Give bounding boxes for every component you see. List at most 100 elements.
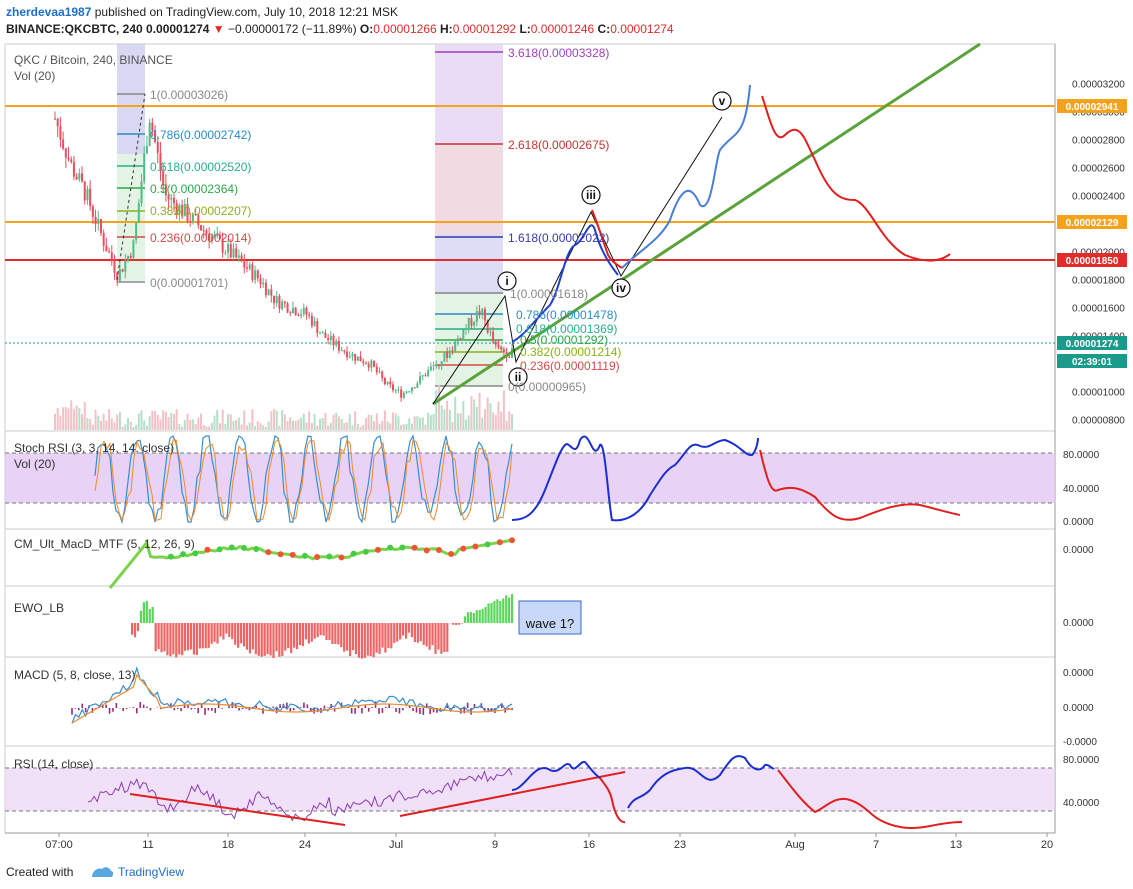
candle-body	[297, 314, 300, 316]
ewo-bar	[298, 623, 302, 646]
macd-bar	[193, 708, 196, 709]
candle-body	[359, 356, 362, 362]
ewo-bar	[499, 601, 502, 623]
volume-bar	[370, 415, 373, 430]
candle-body	[224, 252, 227, 254]
volume-bar	[454, 396, 457, 430]
macd-pane[interactable]	[4, 656, 1056, 747]
candle-body	[489, 331, 492, 333]
ewo-bar	[466, 612, 470, 623]
candle-body	[356, 356, 359, 361]
candle-body	[75, 176, 78, 180]
high-label: H:	[440, 22, 453, 36]
volume-bar	[132, 426, 135, 430]
ewo-bar	[281, 623, 284, 656]
cm-dot	[192, 550, 199, 557]
candle-body	[278, 296, 281, 309]
candle-body	[105, 245, 108, 252]
ewo-bar	[251, 623, 254, 650]
candle-body	[270, 289, 273, 296]
candle-body	[83, 181, 86, 201]
candle-body	[135, 222, 138, 241]
stoch-vol-label: Vol (20)	[14, 457, 55, 471]
macd-bar	[350, 708, 353, 714]
volume-bar	[137, 413, 140, 430]
candle-body	[294, 307, 297, 315]
volume-bar	[359, 426, 362, 430]
volume-bar	[208, 426, 211, 430]
chart-canvas[interactable]: iiiiiiivv QKC / Bitcoin, 240, BINANCE Vo…	[0, 40, 1133, 862]
volume-bar	[394, 413, 397, 430]
candle-body	[267, 289, 270, 295]
cm-dot	[167, 553, 174, 560]
volume-bar	[67, 408, 70, 430]
volume-bar	[175, 409, 178, 430]
volume-bar	[151, 410, 154, 430]
volume-bar	[86, 418, 89, 430]
macd-bar	[289, 708, 292, 712]
macd-bar	[398, 708, 401, 714]
macd-bar	[204, 708, 206, 715]
macd-bar	[221, 708, 223, 709]
ewo-bar	[348, 623, 352, 657]
candle-body	[502, 349, 505, 353]
ewo-bar	[387, 623, 390, 648]
candle-body	[313, 320, 316, 326]
volume-bar	[113, 422, 116, 430]
volume-bar	[478, 392, 481, 430]
price-scale[interactable]	[1055, 44, 1133, 833]
rsi-title: RSI (14, close)	[14, 757, 93, 771]
volume-bar	[64, 407, 67, 430]
ewo-bar	[139, 610, 143, 623]
candle-body	[319, 332, 322, 334]
volume-bar	[62, 407, 65, 430]
candle-body	[354, 353, 357, 361]
macd-bar	[211, 708, 213, 711]
volume-bar	[375, 413, 378, 430]
macd-title: MACD (5, 8, close, 13)	[14, 668, 135, 682]
high-value: 0.00001292	[452, 22, 517, 36]
volume-bar	[373, 421, 376, 430]
ewo-bar	[157, 623, 160, 650]
volume-bar	[59, 415, 62, 430]
candle-body	[94, 216, 97, 224]
macd-bar	[381, 708, 384, 713]
stoch-tick-40: 40.0000	[1063, 484, 1100, 495]
ewo-bar	[151, 606, 154, 623]
macd-bar	[402, 708, 404, 711]
ewo-bar	[443, 623, 446, 653]
ewo-bar	[502, 598, 505, 623]
volume-bar	[427, 412, 430, 430]
tradingview-link[interactable]: TradingView	[118, 865, 184, 879]
volume-bar	[400, 424, 403, 430]
volume-bar	[305, 422, 308, 430]
macd-bar	[378, 708, 380, 714]
volume-bar	[346, 422, 349, 430]
volume-bar	[227, 414, 230, 430]
ewo-bar	[375, 623, 378, 653]
candle-body	[348, 356, 351, 358]
volume-bar	[337, 416, 340, 430]
ewo-bar	[145, 600, 148, 623]
ewo-bar	[419, 623, 422, 642]
volume-bar	[89, 419, 92, 430]
ewo-bar	[407, 623, 411, 633]
author-name[interactable]: zherdevaa1987	[6, 5, 91, 19]
volume-bar	[332, 414, 335, 430]
macd-bar	[173, 708, 176, 711]
candle-body	[473, 321, 476, 326]
candle-body	[343, 350, 346, 352]
candle-body	[427, 369, 430, 377]
candle-body	[381, 371, 384, 378]
close-label: C:	[597, 22, 611, 36]
cm-tick-0: 0.0000	[1063, 545, 1094, 556]
volume-bar	[348, 413, 351, 430]
volume-bar	[94, 409, 97, 430]
macd-bar	[78, 708, 80, 711]
ewo-bar	[322, 623, 325, 636]
candle-body	[375, 366, 378, 373]
fib-left-label: 0(0.00001701)	[150, 276, 228, 290]
candle-body	[302, 307, 305, 315]
candle-body	[91, 206, 94, 217]
tradingview-logo-icon[interactable]	[90, 865, 114, 882]
